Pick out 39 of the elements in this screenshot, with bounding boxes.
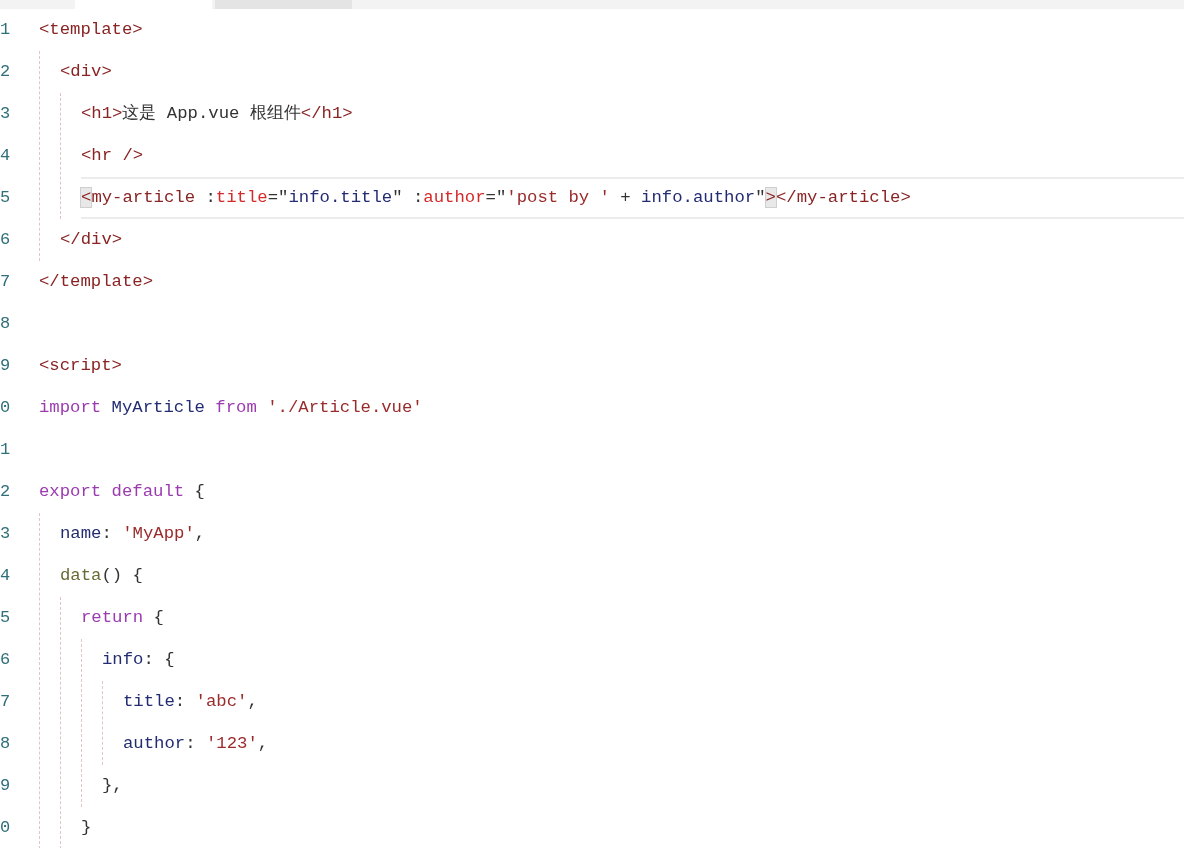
code-line: </div> <box>60 229 124 251</box>
line-number: 4 <box>0 565 12 587</box>
line-number: 5 <box>0 187 12 209</box>
line-number: 2 <box>0 61 12 83</box>
line-number: 1 <box>0 439 12 461</box>
code-line: info: { <box>102 649 176 671</box>
code-line: </template> <box>39 271 155 293</box>
line-number: 0 <box>0 817 12 839</box>
line-number: 0 <box>0 397 12 419</box>
line-number: 7 <box>0 271 12 293</box>
line-number: 6 <box>0 649 12 671</box>
code-line: <h1>这是 App.vue 根组件</h1> <box>81 103 354 125</box>
line-number: 1 <box>0 19 12 41</box>
code-line: <script> <box>39 355 123 377</box>
code-line: <my-article :title="info.title" :author="'post by ' + info.author"></my-article> <box>81 177 1184 219</box>
code-line: title: 'abc', <box>123 691 259 713</box>
code-line: author: '123', <box>123 733 270 755</box>
line-number: 6 <box>0 229 12 251</box>
line-number: 9 <box>0 775 12 797</box>
editor-tab[interactable] <box>215 0 352 9</box>
line-number: 9 <box>0 355 12 377</box>
line-number: 2 <box>0 481 12 503</box>
code-line: <div> <box>60 61 113 83</box>
line-number: 4 <box>0 145 12 167</box>
code-line: }, <box>102 775 124 797</box>
line-number: 8 <box>0 313 12 335</box>
line-number: 3 <box>0 103 12 125</box>
line-number: 3 <box>0 523 12 545</box>
code-line: <template> <box>39 19 144 41</box>
code-line: import MyArticle from './Article.vue' <box>39 397 424 419</box>
code-line: <hr /> <box>81 145 145 167</box>
code-line: name: 'MyApp', <box>60 523 207 545</box>
code-line: } <box>81 817 93 839</box>
code-line: return { <box>81 607 165 629</box>
line-number: 7 <box>0 691 12 713</box>
code-line: data() { <box>60 565 144 587</box>
code-line: export default { <box>39 481 206 503</box>
line-number: 5 <box>0 607 12 629</box>
line-number: 8 <box>0 733 12 755</box>
